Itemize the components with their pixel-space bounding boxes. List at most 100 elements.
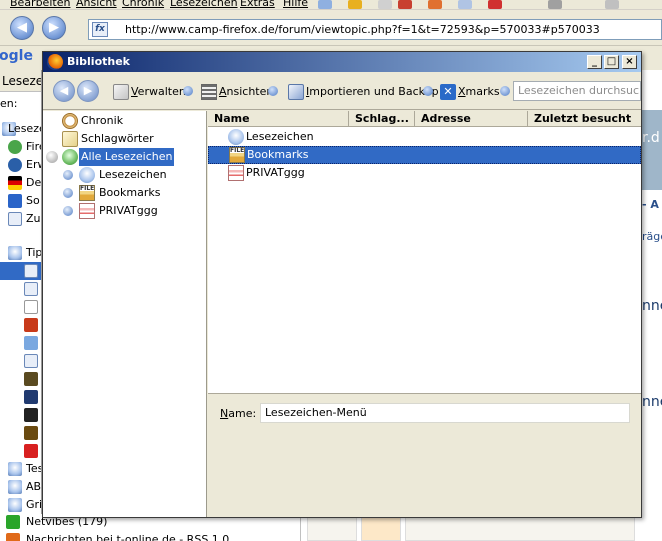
bookmarks-sidebar: Lesezeichen en: Lesezeichen-Sy Fire Erw … — [0, 70, 42, 541]
toolbar-icon[interactable] — [398, 0, 412, 9]
sidebar-item[interactable]: Fire — [0, 138, 41, 156]
views-icon — [201, 84, 217, 100]
puzzle-icon — [8, 140, 22, 154]
tree-item-lesezeichen[interactable]: Lesezeichen — [43, 166, 207, 184]
sidebar-item-selected[interactable] — [0, 262, 41, 280]
list-item-privatggg[interactable]: PRIVATggg — [208, 164, 641, 182]
toolbar-icon[interactable] — [458, 0, 472, 9]
browser-navbar: ◀ ▶ fx http://www.camp-firefox.de/forum/… — [0, 10, 662, 46]
toolbar-icon[interactable] — [548, 0, 562, 9]
sidebar-item[interactable] — [0, 316, 41, 334]
sidebar-item[interactable] — [0, 334, 41, 352]
history-clock-icon — [62, 113, 78, 129]
site-favicon-icon — [24, 426, 38, 440]
back-arrow-icon[interactable]: ◀ — [10, 16, 34, 40]
tree-item-bookmarks[interactable]: FILE Bookmarks — [43, 184, 207, 202]
dropdown-arrow-icon — [183, 86, 193, 96]
sidebar-item[interactable]: Tip — [0, 244, 41, 262]
library-dialog: Bibliothek _ □ × ◀ ▶ Verwalten Ansichten… — [42, 51, 642, 518]
sidebar-item[interactable]: De — [0, 174, 41, 192]
menu-hilfe[interactable]: Hilfe — [283, 0, 308, 9]
tree-item-chronik[interactable]: Chronik — [43, 112, 207, 130]
bookmark-list: Name Schlag... Adresse Zuletzt besucht L… — [208, 111, 641, 517]
minimize-button[interactable]: _ — [587, 55, 602, 69]
maximize-button[interactable]: □ — [604, 55, 619, 69]
ansichten-menu[interactable]: Ansichten — [201, 83, 281, 101]
sidebar-item[interactable]: Tes — [0, 460, 41, 478]
close-button[interactable]: × — [622, 55, 637, 69]
sidebar-item[interactable]: Erw — [0, 156, 41, 174]
sidebar-item[interactable]: AB — [0, 478, 41, 496]
private-folder-icon — [228, 165, 244, 181]
fx-icon — [24, 354, 38, 368]
menu-bearbeiten[interactable]: Bearbeiten — [10, 0, 70, 9]
firefox-logo-icon — [47, 54, 63, 70]
site-favicon-icon — [24, 372, 38, 386]
menu-chronik[interactable]: Chronik — [122, 0, 164, 9]
tree-item-schlagwoerter[interactable]: Schlagwörter — [43, 130, 207, 148]
site-favicon-icon — [24, 408, 38, 422]
fx-icon — [24, 282, 38, 296]
tree-item-alle-lesezeichen[interactable]: Alle Lesezeichen — [43, 148, 207, 166]
rss-feed-icon — [6, 533, 20, 541]
file-folder-icon: FILE — [79, 185, 95, 201]
dialog-titlebar[interactable]: Bibliothek _ □ × — [43, 52, 641, 72]
import-backup-icon — [288, 84, 304, 100]
expander-icon — [63, 188, 73, 198]
column-header-adresse[interactable]: Adresse — [415, 111, 528, 127]
url-text: http://www.camp-firefox.de/forum/viewtop… — [125, 23, 600, 36]
sidebar-item[interactable]: So — [0, 192, 41, 210]
toolbar-icon[interactable] — [378, 0, 392, 9]
all-bookmarks-icon — [62, 149, 78, 165]
back-button[interactable]: ◀ — [53, 80, 75, 102]
sidebar-item[interactable]: Lesezeichen-Sy — [0, 120, 41, 138]
sidebar-item[interactable]: Zur — [0, 210, 41, 228]
sidebar-item[interactable] — [0, 352, 41, 370]
column-header-name[interactable]: Name — [208, 111, 349, 127]
fx-icon — [24, 264, 38, 278]
google-logo: ogle — [0, 48, 33, 64]
sidebar-item[interactable] — [0, 298, 41, 316]
page-icon — [24, 300, 38, 314]
forward-arrow-icon[interactable]: ▶ — [42, 16, 66, 40]
sidebar-item[interactable] — [0, 424, 41, 442]
verwalten-menu[interactable]: Verwalten — [113, 83, 193, 101]
dropdown-arrow-icon — [423, 86, 433, 96]
menu-lesezeichen[interactable]: Lesezeichen — [170, 0, 238, 9]
site-favicon-icon — [24, 444, 38, 458]
file-folder-icon: FILE — [229, 147, 245, 163]
list-item-bookmarks[interactable]: FILE Bookmarks — [208, 146, 641, 164]
toolbar-icon[interactable] — [348, 0, 362, 9]
dialog-title: Bibliothek — [67, 55, 130, 68]
library-search-input[interactable]: Lesezeichen durchsuchen — [513, 81, 641, 101]
toolbar-icon[interactable] — [318, 0, 332, 9]
name-label: Name: — [220, 407, 257, 420]
toolbar-icon[interactable] — [605, 0, 619, 9]
search-engine-bar[interactable]: ogle — [0, 46, 40, 70]
toolbar-icon[interactable] — [428, 0, 442, 9]
sidebar-item[interactable] — [0, 388, 41, 406]
list-item-lesezeichen[interactable]: Lesezeichen — [208, 128, 641, 146]
xmarks-icon: ✕ — [440, 84, 456, 100]
sidebar-item[interactable] — [0, 406, 41, 424]
url-bar[interactable]: fx http://www.camp-firefox.de/forum/view… — [88, 19, 662, 40]
sidebar-item[interactable] — [0, 370, 41, 388]
sidebar-item[interactable]: Gri — [0, 496, 41, 514]
german-flag-icon — [8, 176, 22, 190]
webpage-thumbnail — [300, 514, 640, 541]
menu-extras[interactable]: Extras — [240, 0, 275, 9]
column-header-schlagwoerter[interactable]: Schlag... — [349, 111, 415, 127]
sidebar-item[interactable] — [0, 280, 41, 298]
site-favicon-icon — [24, 318, 38, 332]
toolbar-icon[interactable] — [488, 0, 502, 9]
page-icon — [8, 212, 22, 226]
menu-ansicht[interactable]: Ansicht — [76, 0, 117, 9]
name-field[interactable]: Lesezeichen-Menü — [260, 403, 630, 423]
manage-icon — [113, 84, 129, 100]
sidebar-item[interactable] — [0, 442, 41, 460]
forward-button[interactable]: ▶ — [77, 80, 99, 102]
xmarks-menu[interactable]: ✕ Xmarks — [440, 83, 512, 101]
tree-item-privatggg[interactable]: PRIVATggg — [43, 202, 207, 220]
column-header-zuletzt-besucht[interactable]: Zuletzt besucht — [528, 111, 641, 127]
expander-icon — [63, 206, 73, 216]
